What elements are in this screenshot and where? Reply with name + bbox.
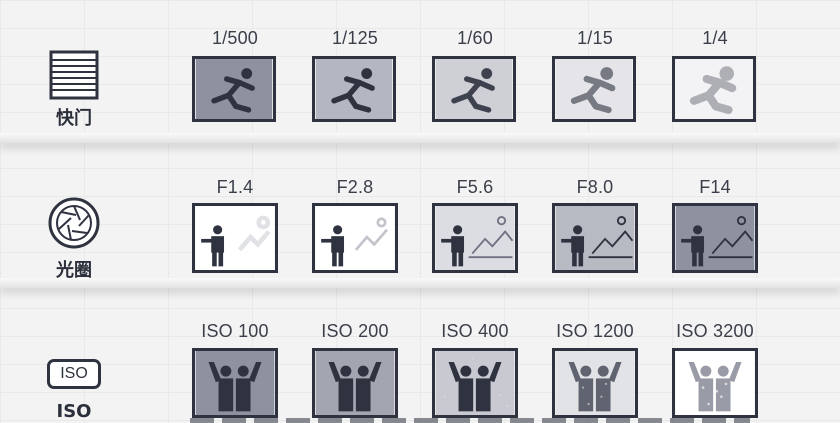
iso-thumbnail xyxy=(672,348,758,418)
aperture-thumbnail xyxy=(192,203,278,273)
aperture-icon xyxy=(38,196,110,255)
aperture-thumbnail xyxy=(552,203,638,273)
aperture-setting-label: F1.4 xyxy=(216,177,254,197)
shutter-thumbnail xyxy=(432,56,516,122)
aperture-setting-label: F5.6 xyxy=(456,177,494,197)
iso-thumbnail xyxy=(312,348,398,418)
shutter-setting-label: 1/500 xyxy=(211,28,259,48)
shutter-setting-label: 1/60 xyxy=(457,28,493,48)
iso-setting-label: ISO 1200 xyxy=(556,321,634,341)
aperture-thumbnail xyxy=(672,203,758,273)
shutter-setting-label: 1/4 xyxy=(702,28,728,48)
iso-label: ISO xyxy=(56,401,92,422)
iso-row: ISO ISO ISO 100 ISO 200 ISO 400 ISO 1200… xyxy=(0,283,840,423)
shutter-thumbnail xyxy=(192,56,276,122)
shutter-thumbnail xyxy=(672,56,756,122)
iso-icon: ISO xyxy=(38,359,110,389)
shutter-thumbnail xyxy=(552,56,636,122)
iso-icon-text: ISO xyxy=(47,359,101,389)
aperture-thumbnail xyxy=(312,203,398,273)
iso-setting-label: ISO 400 xyxy=(441,321,509,341)
aperture-setting-label: F2.8 xyxy=(336,177,374,197)
aperture-setting-label: F8.0 xyxy=(576,177,614,197)
iso-setting-label: ISO 200 xyxy=(321,321,389,341)
aperture-thumbnail xyxy=(432,203,518,273)
shutter-setting-label: 1/15 xyxy=(577,28,613,48)
shutter-row: 快门 1/500 1/125 1/60 1/15 1/4 xyxy=(0,0,840,140)
bottom-edge-strip xyxy=(190,418,750,423)
shutter-label: 快门 xyxy=(56,108,92,129)
shutter-icon xyxy=(38,50,110,105)
shutter-setting-label: 1/125 xyxy=(331,28,379,48)
iso-thumbnail xyxy=(432,348,518,418)
aperture-row: 光圈 F1.4 F2.8 F5.6 F8.0 F14 xyxy=(0,140,840,281)
iso-thumbnail xyxy=(552,348,638,418)
iso-setting-label: ISO 3200 xyxy=(676,321,754,341)
shutter-thumbnail xyxy=(312,56,396,122)
iso-thumbnail xyxy=(192,348,278,418)
iso-setting-label: ISO 100 xyxy=(201,321,269,341)
aperture-setting-label: F14 xyxy=(699,177,731,197)
